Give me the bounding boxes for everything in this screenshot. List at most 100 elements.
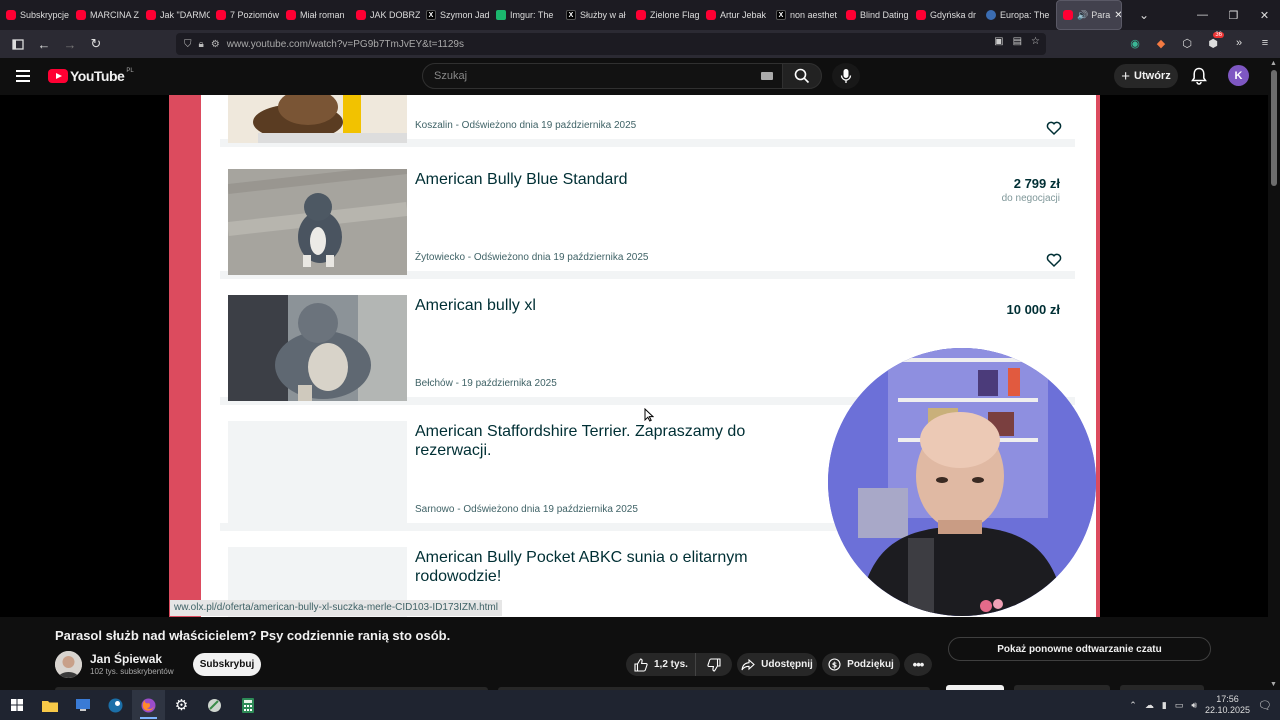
image-placeholder (228, 421, 407, 527)
menu-icon[interactable]: ≡ (1256, 32, 1274, 54)
browser-tab[interactable]: Gdyńska dr (910, 0, 980, 30)
search-input[interactable] (434, 70, 754, 82)
permissions-icon[interactable]: ⚙ (211, 39, 220, 50)
more-actions-button[interactable]: ••• (904, 653, 932, 676)
guide-menu-icon[interactable] (16, 70, 30, 82)
browser-tab[interactable]: Artur Jebak (700, 0, 770, 30)
globe-icon (986, 10, 996, 20)
browser-tab[interactable]: Xnon aesthet (770, 0, 840, 30)
browser-tab[interactable]: Blind Dating (840, 0, 910, 30)
browser-tab[interactable]: Imgur: The (490, 0, 560, 30)
browser-tab-active[interactable]: 🔊 Para ✕ (1056, 0, 1122, 30)
create-button[interactable]: + Utwórz (1114, 64, 1178, 88)
search-icon (794, 68, 810, 84)
shield-icon[interactable]: ⛉ (184, 39, 192, 50)
like-button[interactable]: 1,2 tys. (626, 653, 696, 676)
calculator-icon[interactable] (231, 690, 264, 720)
tab-label: Europa: The (1000, 10, 1050, 20)
subscriber-count: 102 tys. subskrybentów (90, 667, 174, 676)
notifications-bell-icon[interactable] (1191, 67, 1207, 90)
speaker-icon[interactable]: 🔊 (1077, 10, 1088, 21)
browser-tab[interactable]: 7 Poziomów (210, 0, 280, 30)
channel-name[interactable]: Jan Śpiewak (90, 652, 162, 666)
share-button[interactable]: Udostępnij (737, 653, 817, 676)
x-icon: X (776, 10, 786, 20)
notification-center-icon[interactable]: 🗨︎ (1258, 699, 1272, 712)
browser-tab[interactable]: Subskrypcje (0, 0, 70, 30)
windows-start-icon[interactable] (0, 690, 33, 720)
close-tab-icon[interactable]: ✕ (1114, 10, 1121, 21)
subscribe-button[interactable]: Subskrybuj (193, 653, 261, 676)
browser-tab[interactable]: Zielone Flag (630, 0, 700, 30)
browser-tab[interactable]: JAK DOBRZ (350, 0, 420, 30)
system-tray: ⌃ ☁ ▮ ▭ 🔊︎ 17:56 22.10.2025 🗨︎ (1129, 690, 1280, 720)
browser-tab[interactable]: Miał roman (280, 0, 350, 30)
sidebar-toggle-icon[interactable] (6, 32, 30, 56)
browser-tab[interactable]: X Służby w ał (560, 0, 630, 30)
url-text[interactable]: www.youtube.com/watch?v=PG9b7TmJvEY&t=11… (227, 39, 464, 50)
scroll-down-icon[interactable]: ▼ (1270, 681, 1277, 688)
usb-icon[interactable]: ▮ (1162, 700, 1167, 711)
control-panel-icon[interactable] (66, 690, 99, 720)
volume-icon[interactable]: 🔊︎ (1191, 700, 1197, 711)
country-code: PL (126, 68, 134, 74)
reader-view-icon[interactable]: ▤ (1013, 36, 1022, 47)
listing-card: Koszalin - Odświeżono dnia 19 październi… (220, 95, 1075, 147)
listing-negotiable: do negocjacji (1001, 193, 1060, 204)
thanks-button[interactable]: $ Podziękuj (822, 653, 900, 676)
extensions-icon[interactable]: ⬡ (1178, 32, 1196, 54)
search-button[interactable] (782, 63, 822, 89)
search-box[interactable] (422, 63, 784, 89)
forward-icon[interactable]: → (58, 32, 82, 56)
extension-badge-icon[interactable]: ⬢ 36 (1204, 32, 1224, 54)
youtube-logo[interactable]: YouTube PL (48, 68, 134, 84)
voice-search-button[interactable] (832, 63, 860, 89)
webcam-overlay (828, 348, 1096, 616)
bookmark-star-icon[interactable]: ☆ (1031, 36, 1040, 47)
back-icon[interactable]: ← (32, 32, 56, 56)
close-window-icon[interactable]: ✕ (1249, 0, 1280, 30)
youtube-icon (636, 10, 646, 20)
picture-in-picture-icon[interactable]: ▣ (994, 36, 1003, 47)
show-chat-replay-button[interactable]: Pokaż ponowne odtwarzanie czatu (948, 637, 1211, 661)
settings-gear-icon[interactable]: ⚙ (165, 690, 198, 720)
vpn-icon[interactable]: ◉ (1126, 32, 1144, 54)
browser-tab[interactable]: Jak "DARMO (140, 0, 210, 30)
reload-icon[interactable]: ↻ (84, 32, 108, 56)
heart-icon (1046, 121, 1062, 136)
taskbar-clock[interactable]: 17:56 22.10.2025 (1205, 694, 1250, 716)
file-explorer-icon[interactable] (33, 690, 66, 720)
scrollbar-thumb[interactable] (1271, 70, 1277, 186)
browser-tab[interactable]: MARCINA Z (70, 0, 140, 30)
dislike-button[interactable] (696, 653, 732, 676)
tab-label: Para (1091, 10, 1111, 20)
page-scrollbar[interactable]: ▲ ▼ (1268, 58, 1280, 690)
app-icon[interactable] (198, 690, 231, 720)
more-horizontal-icon: ••• (912, 657, 925, 672)
channel-avatar[interactable] (55, 651, 82, 678)
lock-icon[interactable]: 🔒︎ (199, 39, 204, 50)
listing-price: 10 000 zł (1006, 302, 1061, 317)
show-hidden-icons-chevron-icon[interactable]: ⌃ (1129, 700, 1137, 711)
video-player[interactable]: Koszalin - Odświeżono dnia 19 październi… (0, 95, 1268, 617)
browser-tab[interactable]: X Szymon Jad (420, 0, 490, 30)
firefox-icon[interactable] (132, 690, 165, 720)
onedrive-cloud-icon[interactable]: ☁ (1145, 700, 1154, 711)
more-tools-chevron-icon[interactable]: » (1230, 32, 1248, 54)
scroll-up-icon[interactable]: ▲ (1270, 60, 1277, 67)
network-icon[interactable]: ▭ (1175, 700, 1184, 711)
browser-tab[interactable]: Europa: The (980, 0, 1050, 30)
listing-price: 2 799 zł (1013, 176, 1060, 191)
tab-list: Subskrypcje MARCINA Z Jak "DARMO 7 Poziomów… (0, 0, 1050, 30)
steam-icon[interactable] (99, 690, 132, 720)
url-bar[interactable]: ⛉ 🔒︎ ⚙ www.youtube.com/watch?v=PG9b7TmJv… (176, 33, 1046, 55)
keyboard-icon[interactable] (761, 72, 773, 80)
x-icon: X (566, 10, 576, 20)
account-avatar[interactable]: K (1228, 65, 1249, 86)
minimize-icon[interactable]: — (1187, 0, 1218, 30)
tab-label: Jak "DARMO (160, 10, 210, 20)
fox-extension-icon[interactable]: ◆ (1152, 32, 1170, 54)
list-all-tabs-chevron-icon[interactable]: ⌄ (1132, 8, 1156, 22)
restore-icon[interactable]: ❐ (1218, 0, 1249, 30)
tab-label: MARCINA Z (90, 10, 140, 20)
